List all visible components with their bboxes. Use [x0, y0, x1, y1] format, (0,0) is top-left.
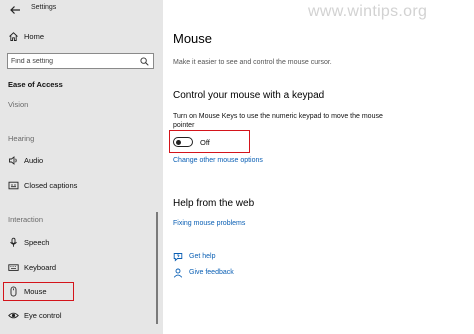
group-heading-hearing: Hearing: [8, 134, 35, 143]
category-heading: Ease of Access: [8, 80, 63, 89]
group-heading-vision: Vision: [8, 100, 29, 109]
speaker-icon: [9, 156, 17, 165]
search-icon[interactable]: [140, 57, 149, 66]
section-heading-keypad: Control your mouse with a keypad: [173, 90, 325, 101]
watermark: www.wintips.org: [308, 3, 428, 20]
give-feedback-icon: [173, 268, 183, 278]
sidebar-item-speech[interactable]: Speech: [0, 233, 163, 253]
give-feedback-link[interactable]: Give feedback: [189, 269, 234, 276]
mouse-keys-toggle[interactable]: [173, 137, 193, 147]
sidebar-scrollbar[interactable]: [156, 212, 158, 324]
window-title: Settings: [31, 4, 57, 11]
get-help-link[interactable]: Get help: [189, 253, 215, 260]
sidebar-item-label: Eye control: [24, 311, 62, 320]
sidebar-item-label: Closed captions: [24, 181, 78, 190]
sidebar-item-label: Home: [24, 32, 45, 41]
sidebar-item-label: Mouse: [24, 287, 47, 296]
sidebar-item-label: Keyboard: [24, 263, 57, 272]
title-bar: Settings: [0, 0, 163, 20]
group-heading-interaction: Interaction: [8, 215, 44, 224]
sidebar-item-mouse[interactable]: Mouse: [0, 282, 163, 302]
home-icon: [9, 32, 18, 41]
toggle-knob: [176, 139, 181, 145]
closed-captions-icon: [8, 181, 19, 190]
toggle-state-label: Off: [200, 138, 210, 147]
sidebar-item-label: Audio: [24, 156, 44, 165]
get-help-icon: [173, 253, 183, 262]
sidebar-item-closed-captions[interactable]: Closed captions: [0, 176, 163, 196]
back-arrow-icon[interactable]: [8, 3, 22, 17]
mouse-keys-description: Turn on Mouse Keys to use the numeric ke…: [173, 113, 383, 129]
sidebar: Settings Home Ease of Access Vision Hear…: [0, 0, 163, 334]
main-content: www.wintips.org Mouse Make it easier to …: [163, 0, 474, 334]
search-box[interactable]: [7, 53, 154, 69]
microphone-icon: [10, 237, 17, 247]
page-subtitle: Make it easier to see and control the mo…: [173, 59, 332, 66]
keyboard-icon: [8, 264, 19, 271]
section-heading-help: Help from the web: [173, 198, 255, 209]
sidebar-item-label: Speech: [24, 238, 50, 247]
sidebar-item-keyboard[interactable]: Keyboard: [0, 258, 163, 278]
search-input[interactable]: [11, 56, 136, 66]
sidebar-item-home[interactable]: Home: [0, 27, 163, 47]
mouse-icon: [10, 286, 17, 297]
change-mouse-options-link[interactable]: Change other mouse options: [173, 157, 263, 164]
eye-icon: [8, 312, 19, 319]
sidebar-item-audio[interactable]: Audio: [0, 151, 163, 171]
page-title: Mouse: [173, 31, 213, 46]
sidebar-item-eye-control[interactable]: Eye control: [0, 306, 163, 326]
fixing-mouse-problems-link[interactable]: Fixing mouse problems: [173, 220, 245, 227]
